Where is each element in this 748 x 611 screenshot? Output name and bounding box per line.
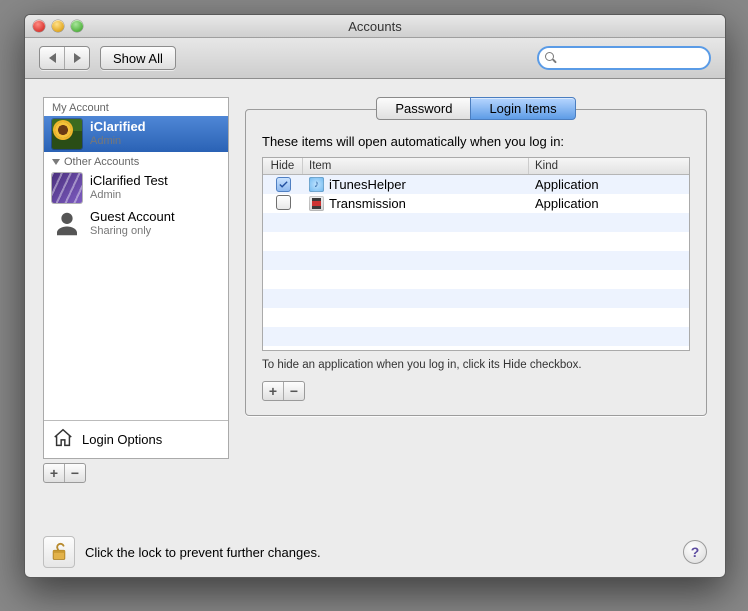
col-hide[interactable]: Hide [263, 158, 303, 174]
item-kind: Application [529, 194, 689, 213]
panel-intro: These items will open automatically when… [262, 134, 690, 149]
sidebar-item-me[interactable]: iClarified Admin [44, 116, 228, 152]
window-title: Accounts [25, 19, 725, 34]
remove-item-button[interactable]: − [283, 382, 304, 400]
account-name: Guest Account [90, 210, 175, 225]
forward-button[interactable] [65, 47, 89, 69]
search-icon [545, 52, 556, 64]
accounts-window: Accounts Show All My Account [24, 14, 726, 578]
account-name: iClarified Test [90, 174, 168, 189]
login-options-label: Login Options [82, 432, 162, 447]
item-name: iTunesHelper [329, 177, 406, 192]
account-role: Sharing only [90, 225, 175, 238]
table-row [263, 308, 689, 327]
tab-bar: Password Login Items [245, 97, 707, 120]
sidebar-item-guest[interactable]: Guest Account Sharing only [44, 206, 228, 242]
check-icon [278, 179, 289, 190]
search-input[interactable] [560, 50, 703, 66]
login-items-table: Hide Item Kind iTunesHelperApplicationTr… [262, 157, 690, 351]
itunes-icon [309, 177, 324, 192]
transmission-icon [309, 196, 324, 211]
login-items-panel: These items will open automatically when… [245, 109, 707, 416]
account-name: iClarified [90, 120, 146, 135]
group-my-account: My Account [44, 98, 228, 116]
table-row [263, 289, 689, 308]
panel-hint: To hide an application when you log in, … [262, 351, 690, 381]
lock-text: Click the lock to prevent further change… [85, 545, 321, 560]
table-row[interactable]: iTunesHelper Application [263, 175, 689, 194]
person-silhouette-icon [52, 209, 82, 239]
avatar [52, 173, 82, 203]
chevron-left-icon [49, 53, 56, 63]
item-name: Transmission [329, 196, 406, 211]
remove-account-button[interactable]: − [64, 464, 85, 482]
unlocked-padlock-icon [49, 542, 69, 562]
chevron-right-icon [74, 53, 81, 63]
lock-button[interactable] [43, 536, 75, 568]
avatar [52, 119, 82, 149]
col-item[interactable]: Item [303, 158, 529, 174]
hide-checkbox[interactable] [276, 195, 291, 210]
search-field[interactable] [537, 46, 711, 70]
table-row[interactable]: Transmission Application [263, 194, 689, 213]
home-icon [52, 427, 74, 452]
add-item-button[interactable]: + [263, 382, 283, 400]
account-sidebar: My Account iClarified Admin Other Accoun… [43, 97, 229, 459]
login-options-button[interactable]: Login Options [44, 420, 228, 458]
account-role: Admin [90, 189, 168, 202]
toolbar: Show All [25, 38, 725, 79]
nav-back-forward [39, 46, 90, 70]
table-row [263, 251, 689, 270]
hide-checkbox[interactable] [276, 177, 291, 192]
show-all-button[interactable]: Show All [100, 46, 176, 70]
footer: Click the lock to prevent further change… [25, 527, 725, 577]
table-row [263, 270, 689, 289]
item-add-remove: + − [262, 381, 305, 401]
add-account-button[interactable]: + [44, 464, 64, 482]
sidebar-item-test[interactable]: iClarified Test Admin [44, 170, 228, 206]
disclosure-triangle-icon [52, 159, 60, 165]
back-button[interactable] [40, 47, 65, 69]
account-add-remove: + − [43, 463, 86, 483]
table-row [263, 327, 689, 346]
table-row [263, 232, 689, 251]
help-button[interactable]: ? [683, 540, 707, 564]
col-kind[interactable]: Kind [529, 158, 689, 174]
table-header: Hide Item Kind [263, 158, 689, 175]
tab-password[interactable]: Password [376, 97, 471, 120]
account-role: Admin [90, 135, 146, 148]
titlebar: Accounts [25, 15, 725, 38]
tab-login-items[interactable]: Login Items [470, 97, 575, 120]
table-row [263, 213, 689, 232]
item-kind: Application [529, 175, 689, 194]
group-other-accounts[interactable]: Other Accounts [44, 152, 228, 170]
